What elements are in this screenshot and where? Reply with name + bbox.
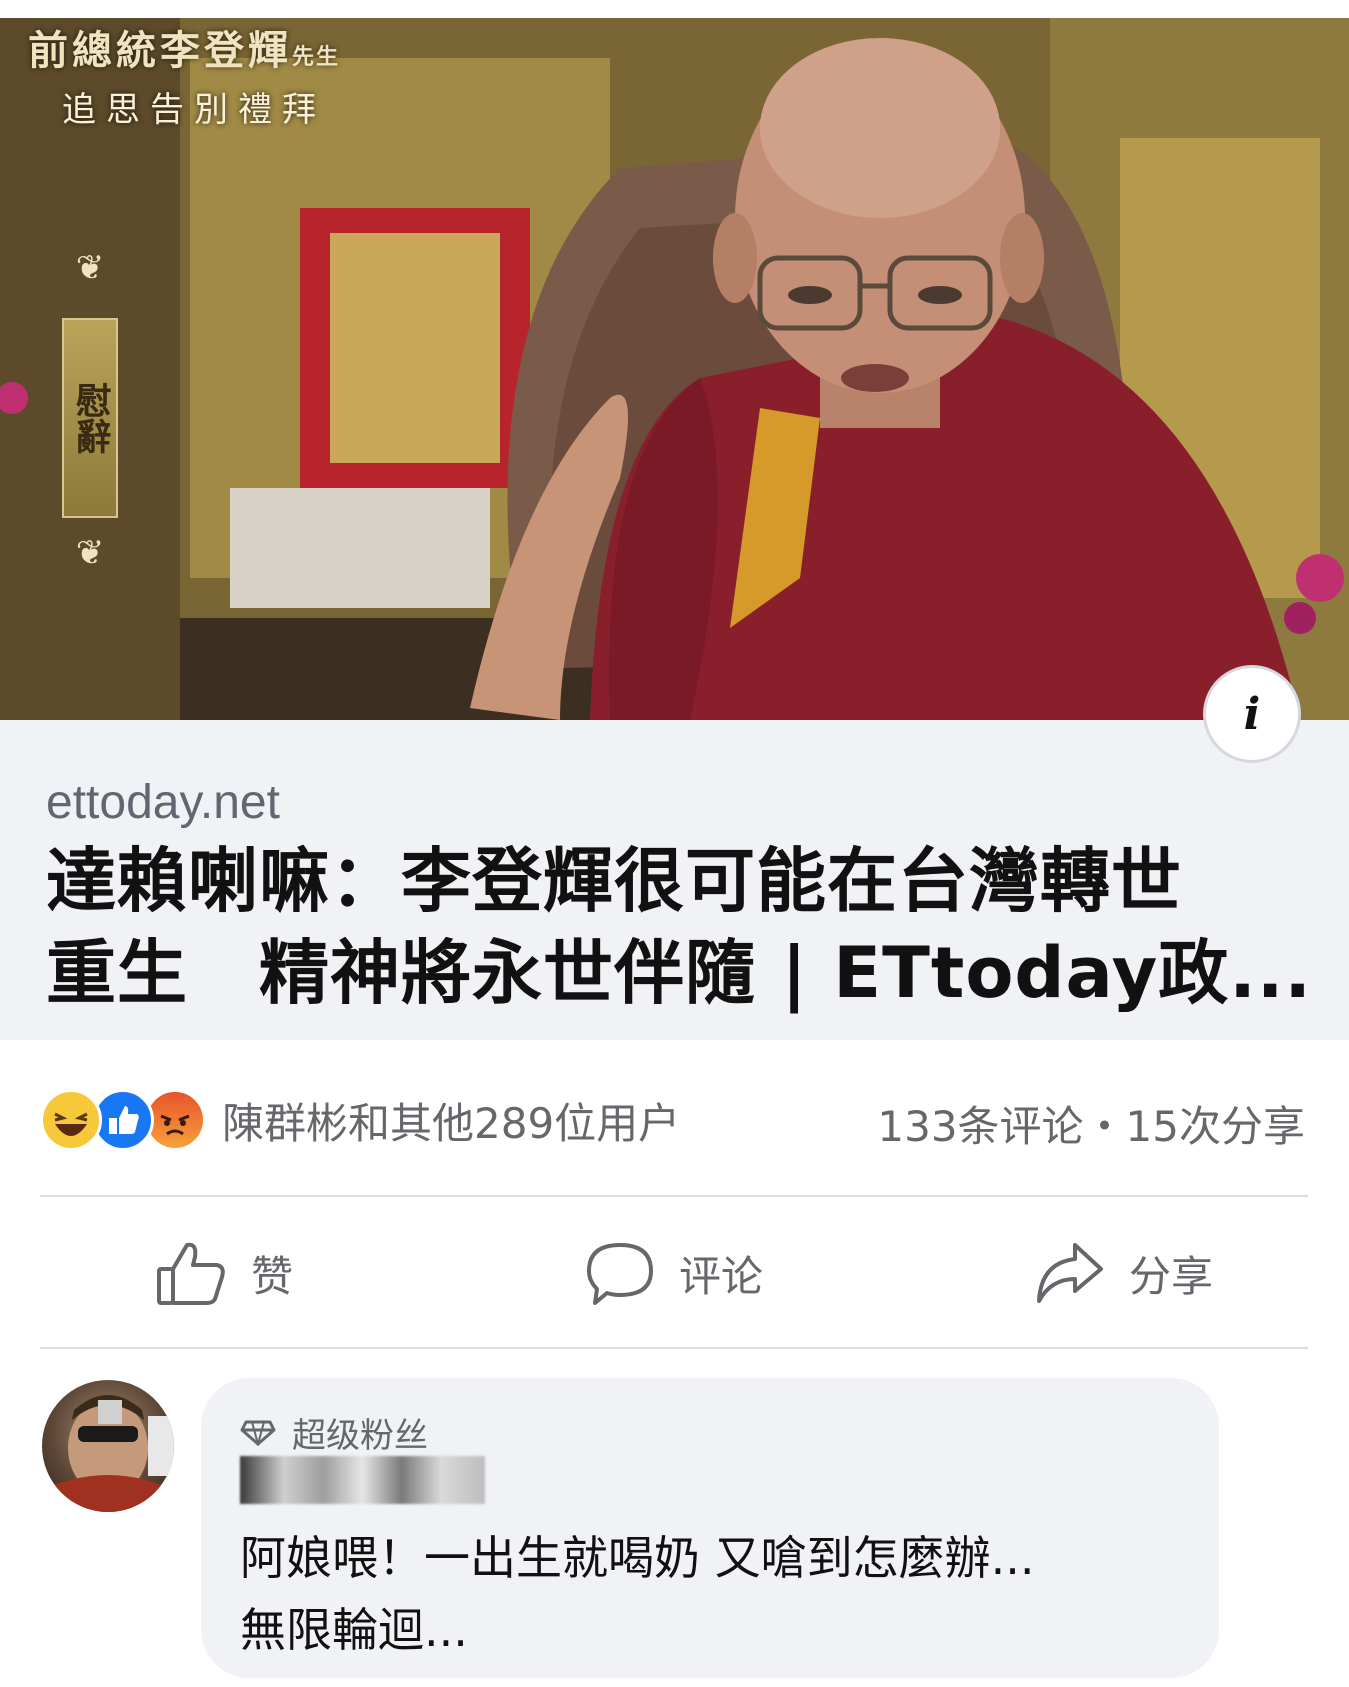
reactions-summary[interactable]: 陳群彬和其他289位用户 [40,1088,680,1152]
badge-label: 超级粉丝 [292,1416,428,1456]
share-button[interactable]: 分享 [1033,1238,1213,1308]
info-glyph: i [1243,688,1261,740]
commenter-name-blurred[interactable] [240,1456,485,1504]
condolence-label: 慰辭 [69,382,112,454]
comment-label: 评论 [679,1251,764,1301]
haha-reaction-icon [40,1089,102,1151]
link-headline[interactable]: 達賴喇嘛：李登輝很可能在台灣轉世 重生 精神將永世伴隨 | ETtoday政..… [46,835,1316,1019]
headline-line-1: 達賴喇嘛：李登輝很可能在台灣轉世 [46,840,1182,922]
comment-line-2: 無限輪迴... [240,1603,468,1657]
article-preview-image[interactable]: 前總統李登輝先生 追思告別禮拜 ❦ 慰辭 ❦ [0,18,1349,720]
divider [40,1347,1308,1349]
ornament-icon: ❦ [75,533,105,573]
reactions-text[interactable]: 陳群彬和其他289位用户 [222,1090,680,1151]
avatar-image [42,1395,174,1512]
share-label: 分享 [1129,1251,1214,1301]
comment-button[interactable]: 评论 [585,1238,763,1308]
like-button[interactable]: 赞 [155,1238,293,1308]
link-domain: ettoday.net [46,776,280,829]
info-icon[interactable]: i [1203,665,1301,763]
headline-line-2: 重生 精神將永世伴隨 | ETtoday政... [46,932,1313,1014]
comment-bubble-icon [587,1243,653,1305]
comment-line-1: 阿娘喂！一出生就喝奶 又嗆到怎麼辦... [240,1531,1035,1585]
condolence-plaque: 慰辭 [62,318,118,518]
like-label: 赞 [251,1251,294,1301]
diamond-icon [240,1420,276,1446]
thumbs-up-icon [157,1242,225,1305]
memorial-subtitle: 追思告別禮拜 [62,90,326,130]
share-arrow-icon [1037,1243,1103,1303]
divider [40,1195,1308,1197]
comment-share-stats[interactable]: 133条评论・15次分享 [877,1093,1305,1154]
commenter-avatar[interactable] [42,1380,174,1512]
memorial-title: 前總統李登輝先生 [28,27,341,74]
comment-text: 阿娘喂！一出生就喝奶 又嗆到怎麼辦... 無限輪迴... [240,1522,1200,1666]
ornament-icon: ❦ [75,248,105,288]
top-fan-badge: 超级粉丝 [240,1408,428,1457]
